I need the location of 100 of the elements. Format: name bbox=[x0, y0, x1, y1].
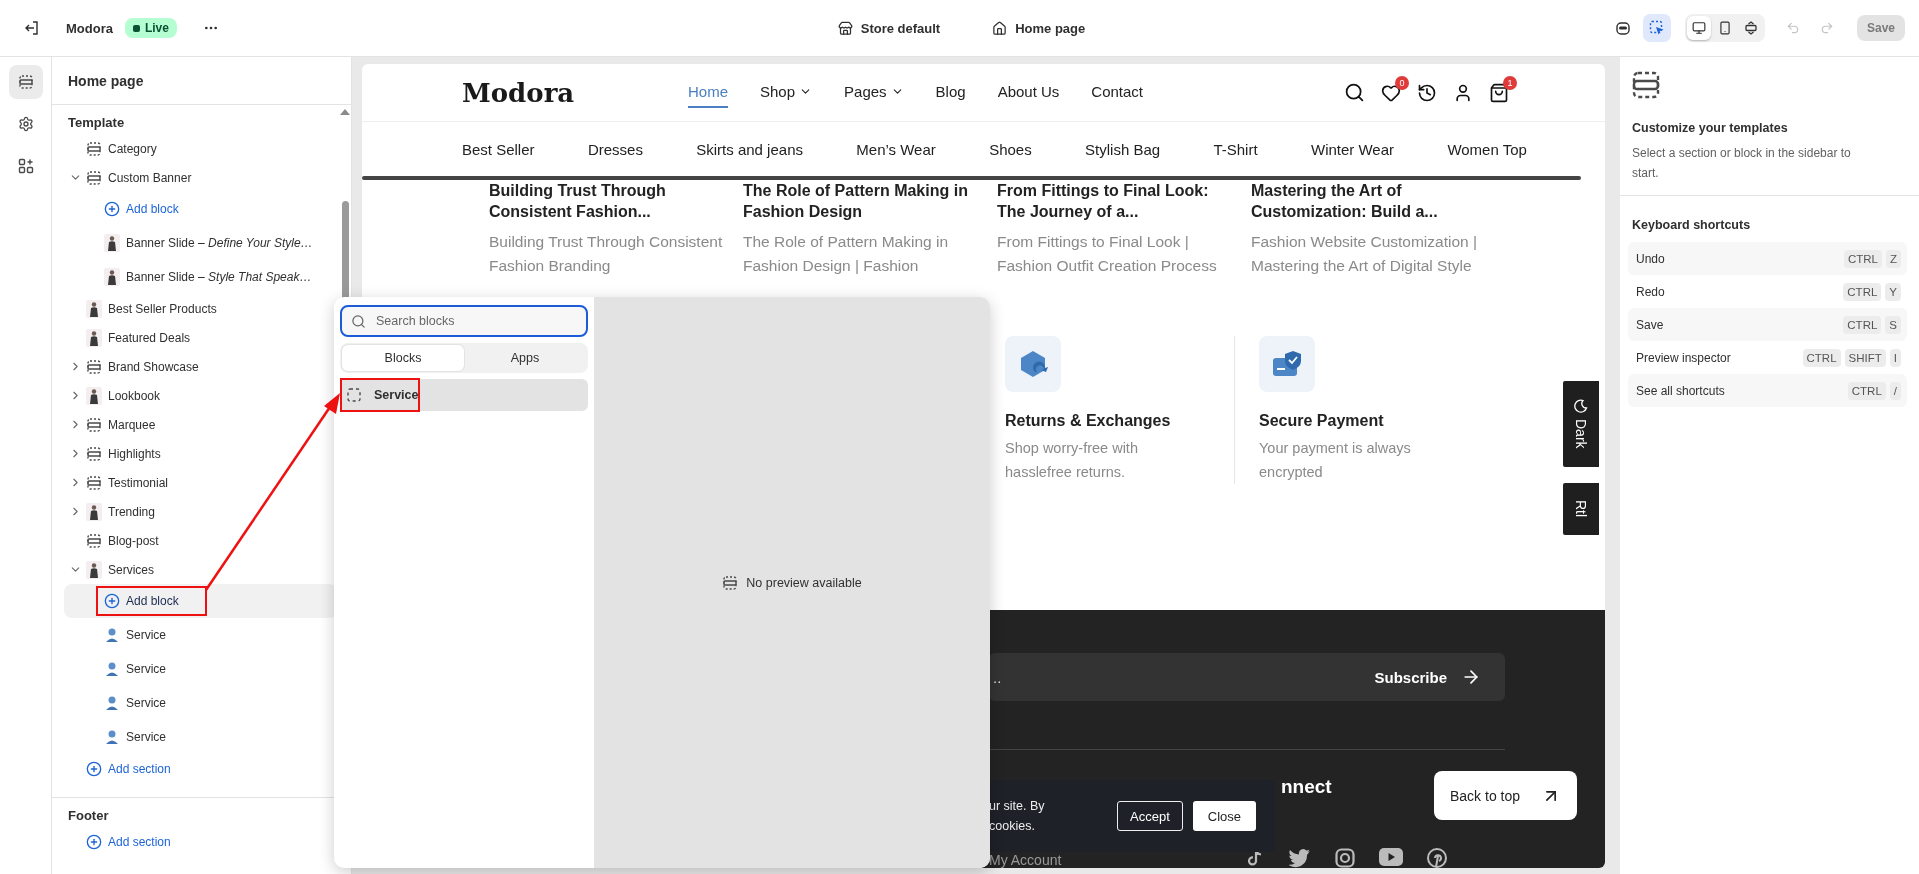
post-title[interactable]: Building Trust Through Consistent Fashion... bbox=[489, 180, 723, 222]
post-title[interactable]: The Role of Pattern Making in Fashion Design bbox=[743, 180, 977, 222]
cookie-text: ur site. By cookies. bbox=[989, 798, 1046, 835]
nav-link[interactable]: Home bbox=[688, 77, 728, 108]
service-icon bbox=[104, 729, 120, 745]
cart-button[interactable]: 1 bbox=[1489, 75, 1517, 103]
key-cap: CTRL bbox=[1847, 381, 1886, 400]
add-button[interactable]: Add block bbox=[64, 584, 337, 618]
nav-link[interactable]: Contact bbox=[1091, 77, 1144, 108]
tree-item[interactable]: Featured Deals bbox=[64, 323, 337, 352]
newsletter-field[interactable]: .. Subscribe bbox=[989, 653, 1505, 701]
tree-item[interactable]: Category bbox=[64, 134, 337, 163]
tree-item[interactable]: Service bbox=[64, 618, 337, 652]
dark-mode-tab[interactable]: Dark bbox=[1563, 381, 1599, 467]
add-icon bbox=[86, 760, 102, 777]
footer-link[interactable]: My Account bbox=[989, 852, 1281, 868]
search-field[interactable]: Search blocks bbox=[340, 305, 588, 337]
nav-link[interactable]: Pages bbox=[844, 77, 904, 108]
desktop-icon bbox=[1691, 21, 1706, 35]
tab[interactable]: Apps bbox=[464, 345, 586, 371]
section-icon bbox=[1632, 71, 1660, 99]
add-button[interactable]: Add block bbox=[64, 192, 337, 226]
tree-item[interactable]: Testimonial bbox=[64, 468, 337, 497]
tree-item[interactable]: Brand Showcase bbox=[64, 352, 337, 381]
post-excerpt: Building Trust Through Consistent Fashion Branding bbox=[489, 232, 723, 276]
nav-link[interactable]: Blog bbox=[935, 77, 966, 108]
key-cap: I bbox=[1889, 348, 1901, 367]
wishlist-button[interactable]: 0 bbox=[1381, 75, 1409, 103]
bag-icon bbox=[1489, 82, 1509, 103]
category-link[interactable]: Best Seller bbox=[462, 140, 535, 158]
tree-item[interactable]: Services bbox=[64, 555, 337, 584]
history-icon[interactable] bbox=[1417, 82, 1437, 103]
undo-icon bbox=[1785, 21, 1800, 35]
close-button[interactable]: Close bbox=[1192, 801, 1256, 831]
moon-icon bbox=[1574, 399, 1588, 414]
post-title[interactable]: Mastering the Art of Customization: Build a... bbox=[1251, 180, 1485, 222]
category-link[interactable]: Winter Wear bbox=[1310, 140, 1395, 158]
add-icon bbox=[104, 593, 120, 609]
annotation-frame: Add block bbox=[96, 586, 207, 616]
user-icon[interactable] bbox=[1453, 82, 1473, 103]
add-button[interactable]: Add section bbox=[64, 827, 337, 856]
tree-item[interactable]: Lookbook bbox=[64, 381, 337, 410]
category-link[interactable]: Shoes bbox=[989, 140, 1032, 158]
tree-item[interactable]: Banner Slide – Style That Speak… bbox=[64, 260, 337, 294]
section-icon bbox=[86, 140, 102, 157]
pointer-select-icon bbox=[1648, 20, 1665, 36]
nav-link[interactable]: About Us bbox=[997, 77, 1060, 108]
shortcut-label: See all shortcuts bbox=[1636, 383, 1725, 398]
tree-item[interactable]: Trending bbox=[64, 497, 337, 526]
instagram-icon[interactable] bbox=[1335, 848, 1355, 868]
block-icon bbox=[346, 387, 362, 403]
twitter-icon[interactable] bbox=[1289, 848, 1311, 868]
category-link[interactable]: Skirts and jeans bbox=[696, 140, 803, 158]
tree-item[interactable]: Service bbox=[64, 652, 337, 686]
rail-button[interactable] bbox=[8, 65, 43, 99]
block-option[interactable]: Service bbox=[340, 379, 588, 411]
rtl-tab[interactable]: Rtl bbox=[1563, 483, 1599, 535]
shortcuts-title: Keyboard shortcuts bbox=[1632, 218, 1752, 232]
sections-icon bbox=[17, 74, 34, 90]
search-icon[interactable] bbox=[1344, 82, 1365, 103]
tree-item[interactable]: Banner Slide – Define Your Style… bbox=[64, 226, 337, 260]
nav-link[interactable]: Shop bbox=[760, 77, 813, 108]
tree-item[interactable]: Marquee bbox=[64, 410, 337, 439]
sidebar-title: Home page bbox=[52, 57, 351, 105]
tree-item[interactable]: Best Seller Products bbox=[64, 294, 337, 323]
tab[interactable]: Blocks bbox=[342, 345, 464, 371]
tree-item[interactable]: Service bbox=[64, 720, 337, 754]
device-button[interactable] bbox=[1686, 16, 1711, 40]
tree-item[interactable]: Highlights bbox=[64, 439, 337, 468]
category-link[interactable]: Stylish Bag bbox=[1085, 140, 1161, 158]
key-cap: CTRL bbox=[1843, 282, 1882, 301]
tree-item[interactable]: Custom Banner bbox=[64, 163, 337, 192]
category-link[interactable]: T-Shirt bbox=[1213, 140, 1258, 158]
theme-selector[interactable]: Store default bbox=[831, 16, 947, 40]
scroll-up-icon[interactable] bbox=[340, 109, 350, 115]
status-badge: Live bbox=[124, 18, 177, 38]
tree-item[interactable]: Blog-post bbox=[64, 526, 337, 555]
back-to-top-button[interactable]: Back to top bbox=[1434, 771, 1577, 820]
category-link[interactable]: Women Top bbox=[1447, 140, 1527, 158]
select-tool-button[interactable] bbox=[1642, 14, 1671, 42]
section-icon bbox=[86, 358, 102, 375]
post-title[interactable]: From Fittings to Final Look: The Journey of a... bbox=[997, 180, 1231, 222]
shortcut-label: Undo bbox=[1636, 251, 1665, 266]
store-icon bbox=[837, 20, 853, 36]
subscribe-button[interactable]: Subscribe bbox=[1374, 667, 1481, 687]
category-link[interactable]: Men’s Wear bbox=[856, 140, 936, 158]
inspector-title: Customize your templates bbox=[1632, 121, 1789, 135]
service-title: Secure Payment bbox=[1259, 412, 1385, 430]
category-link[interactable]: Dresses bbox=[587, 140, 643, 158]
youtube-icon[interactable] bbox=[1379, 848, 1403, 866]
page-selector[interactable]: Home page bbox=[986, 16, 1092, 40]
add-button[interactable]: Add section bbox=[64, 754, 337, 783]
pinterest-icon[interactable] bbox=[1427, 848, 1447, 868]
figure-icon bbox=[86, 328, 102, 347]
figure-icon bbox=[86, 502, 102, 521]
tree-item[interactable]: Service bbox=[64, 686, 337, 720]
accept-button[interactable]: Accept bbox=[1117, 801, 1183, 831]
store-name: Modora bbox=[66, 20, 113, 36]
add-icon bbox=[104, 201, 120, 217]
count-badge: 1 bbox=[1503, 75, 1517, 90]
